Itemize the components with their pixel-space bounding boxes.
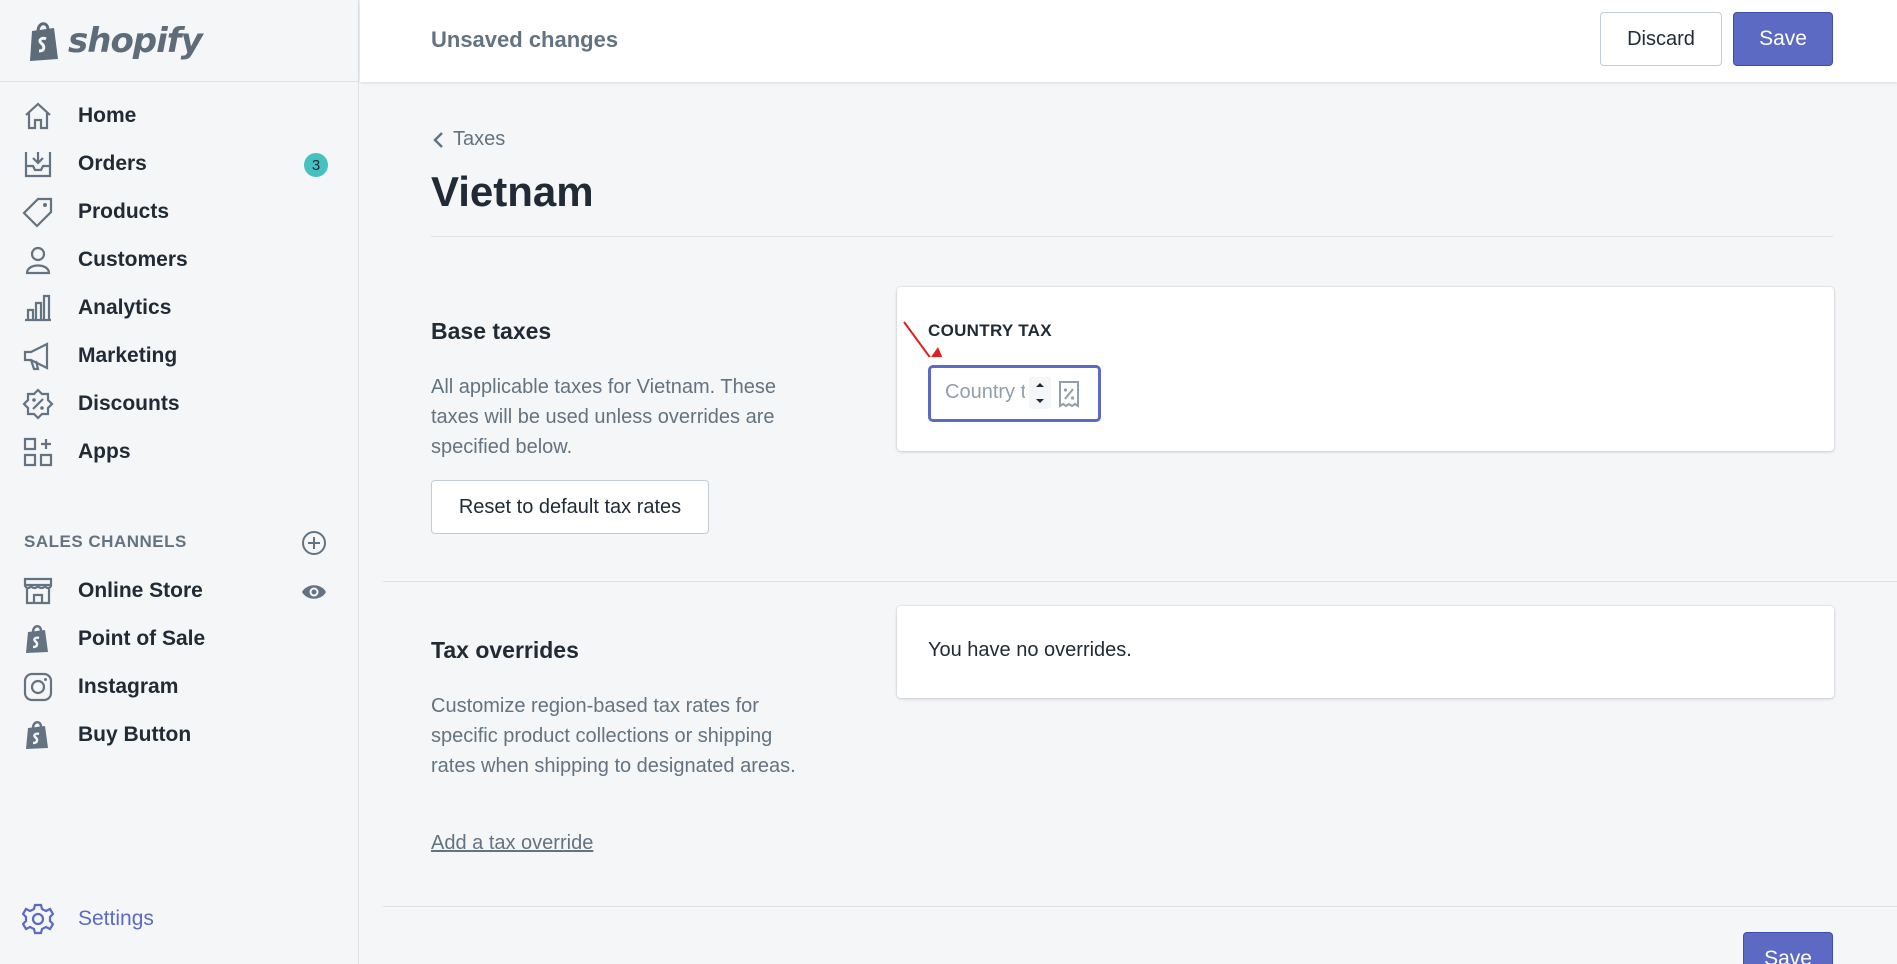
sidebar-item-discounts[interactable]: Discounts <box>0 380 358 428</box>
discard-button[interactable]: Discard <box>1600 12 1722 66</box>
sidebar-item-label: Online Store <box>78 579 203 602</box>
breadcrumb[interactable]: Taxes <box>431 128 505 151</box>
eye-icon[interactable] <box>301 579 327 605</box>
page-title: Vietnam <box>431 168 594 215</box>
store-icon <box>22 575 54 607</box>
sidebar: shopify Home Orders 3 Products Customers… <box>0 0 359 964</box>
settings-section: Settings <box>0 895 358 943</box>
annotation-arrow-icon <box>903 321 943 357</box>
base-taxes-description: All applicable taxes for Vietnam. These … <box>431 376 777 458</box>
add-circle-icon[interactable] <box>301 530 327 556</box>
shopify-bag-icon <box>30 21 58 61</box>
sidebar-item-point-of-sale[interactable]: Point of Sale <box>0 615 358 663</box>
tax-overrides-card: You have no overrides. <box>897 606 1834 698</box>
sidebar-item-apps[interactable]: Apps <box>0 428 358 476</box>
top-bar: Unsaved changes Discard Save <box>360 0 1897 82</box>
gear-icon <box>21 903 55 935</box>
sidebar-item-label: Point of Sale <box>78 627 206 650</box>
sidebar-item-label: Apps <box>78 440 131 463</box>
megaphone-icon <box>22 340 54 372</box>
add-tax-override-link[interactable]: Add a tax override <box>431 832 593 855</box>
main-content: Taxes Vietnam Base taxes All applicable … <box>360 82 1897 964</box>
sidebar-item-label: Marketing <box>78 344 178 367</box>
apps-icon <box>22 436 54 468</box>
country-tax-input[interactable] <box>945 381 1025 404</box>
save-button-bottom[interactable]: Save <box>1743 932 1833 964</box>
unsaved-changes-label: Unsaved changes <box>431 27 619 52</box>
sidebar-item-label: Instagram <box>78 675 179 698</box>
instagram-icon <box>22 671 54 703</box>
person-icon <box>22 244 54 276</box>
sidebar-item-customers[interactable]: Customers <box>0 236 358 284</box>
divider <box>431 236 1833 237</box>
sidebar-item-label: Customers <box>78 248 188 271</box>
country-tax-card: COUNTRY TAX <box>897 287 1834 451</box>
shopify-logo[interactable]: shopify <box>0 0 358 82</box>
shopify-bag-icon <box>22 623 54 655</box>
sidebar-item-online-store[interactable]: Online Store <box>0 567 358 615</box>
orders-count-badge: 3 <box>304 153 328 177</box>
sales-channels-title: SALES CHANNELS <box>24 532 187 551</box>
tax-overrides-description: Customize region-based tax rates for spe… <box>431 695 796 777</box>
breadcrumb-taxes-link[interactable]: Taxes <box>453 128 505 151</box>
tag-icon <box>22 196 54 228</box>
chevron-left-icon <box>433 131 443 148</box>
percent-receipt-icon <box>1059 381 1079 408</box>
shopify-bag-icon <box>22 719 54 751</box>
sidebar-item-label: Settings <box>78 907 154 930</box>
number-stepper[interactable] <box>1029 377 1051 409</box>
sidebar-item-analytics[interactable]: Analytics <box>0 284 358 332</box>
divider <box>383 581 1897 582</box>
sidebar-item-orders[interactable]: Orders 3 <box>0 140 358 188</box>
sidebar-item-settings[interactable]: Settings <box>0 895 358 943</box>
bar-chart-icon <box>22 292 54 324</box>
country-tax-field[interactable] <box>928 365 1101 422</box>
no-overrides-text: You have no overrides. <box>928 639 1132 661</box>
sidebar-item-label: Home <box>78 104 137 127</box>
sidebar-item-label: Buy Button <box>78 723 192 746</box>
chevron-up-icon[interactable] <box>1034 380 1046 390</box>
base-taxes-heading: Base taxes <box>431 318 552 344</box>
logo-text: shopify <box>68 20 203 61</box>
sidebar-item-buy-button[interactable]: Buy Button <box>0 711 358 759</box>
tax-overrides-heading: Tax overrides <box>431 637 579 663</box>
sidebar-item-label: Products <box>78 200 170 223</box>
sidebar-item-label: Orders <box>78 152 147 175</box>
save-button[interactable]: Save <box>1733 12 1833 66</box>
discount-icon <box>22 388 54 420</box>
sales-channels-list: Online Store Point of Sale Instagram Buy… <box>0 567 358 759</box>
divider <box>383 906 1897 907</box>
sidebar-item-label: Analytics <box>78 296 172 319</box>
main-nav: Home Orders 3 Products Customers Analyti… <box>0 82 358 476</box>
sidebar-item-label: Discounts <box>78 392 180 415</box>
sidebar-item-marketing[interactable]: Marketing <box>0 332 358 380</box>
home-icon <box>22 100 54 132</box>
sidebar-item-instagram[interactable]: Instagram <box>0 663 358 711</box>
sidebar-item-products[interactable]: Products <box>0 188 358 236</box>
sidebar-item-home[interactable]: Home <box>0 92 358 140</box>
reset-tax-rates-button[interactable]: Reset to default tax rates <box>431 480 709 534</box>
chevron-down-icon[interactable] <box>1034 396 1046 406</box>
orders-icon <box>22 148 54 180</box>
